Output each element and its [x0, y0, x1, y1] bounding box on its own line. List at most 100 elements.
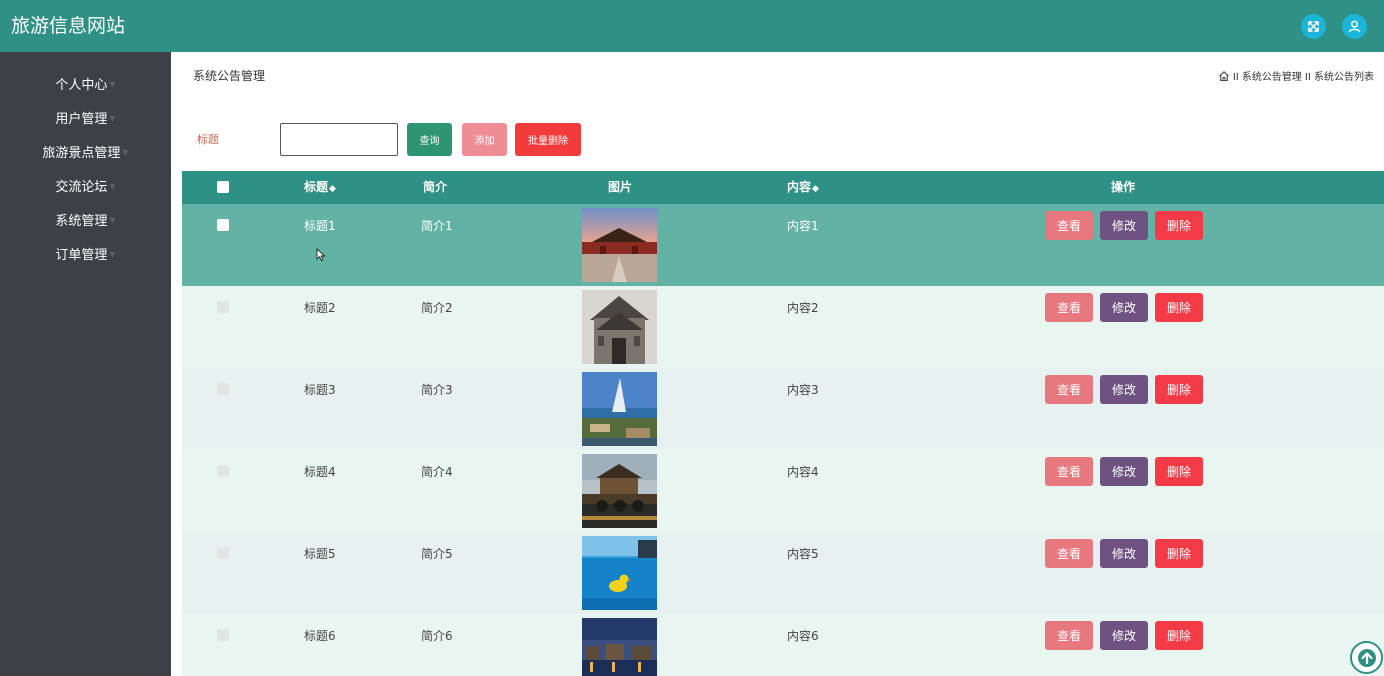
view-button[interactable]: 查看 [1045, 621, 1093, 650]
sidebar: 个人中心 ▼ 用户管理 ▼ 旅游景点管理 ▼ 交流论坛 ▼ 系统管理 ▼ 订单管理 ▼ [0, 52, 171, 676]
edit-button[interactable]: 修改 [1100, 457, 1148, 486]
delete-button[interactable]: 删除 [1155, 621, 1203, 650]
home-icon[interactable] [1218, 70, 1230, 82]
table-row[interactable]: 标题5 简介5 内容5 查看 修改 删除 [182, 532, 1384, 614]
delete-button[interactable]: 删除 [1155, 539, 1203, 568]
cell-image [582, 536, 657, 610]
notice-table: 标题◆ 简介 图片 内容◆ 操作 标题1 简介1 内容1 查看 修改 删除 标题… [182, 171, 1384, 676]
sort-icon: ◆ [812, 184, 819, 194]
cell-image [582, 454, 657, 528]
cell-intro: 简介2 [421, 301, 453, 315]
row-checkbox[interactable] [217, 383, 229, 395]
cell-image [582, 290, 657, 364]
sidebar-item-personal-center[interactable]: 个人中心 ▼ [0, 73, 171, 97]
sidebar-item-order-management[interactable]: 订单管理 ▼ [0, 243, 171, 267]
main-content: 系统公告管理 II 系统公告管理 II 系统公告列表 标题 查询 添加 批量删除… [171, 52, 1384, 676]
breadcrumb: II 系统公告管理 II 系统公告列表 [1218, 68, 1374, 83]
cell-content: 内容4 [787, 465, 819, 479]
row-checkbox[interactable] [217, 219, 229, 231]
cell-title: 标题3 [304, 383, 336, 397]
select-all-checkbox[interactable] [217, 181, 229, 193]
table-header: 标题◆ 简介 图片 内容◆ 操作 [182, 171, 1384, 204]
night-town-photo [582, 618, 657, 676]
delete-button[interactable]: 删除 [1155, 211, 1203, 240]
sidebar-item-forum[interactable]: 交流论坛 ▼ [0, 175, 171, 199]
search-title-input[interactable] [280, 123, 398, 156]
cell-content: 内容5 [787, 547, 819, 561]
cell-title: 标题4 [304, 465, 336, 479]
sidebar-item-label: 订单管理 [55, 248, 108, 263]
view-button[interactable]: 查看 [1045, 293, 1093, 322]
sidebar-item-label: 个人中心 [55, 78, 108, 93]
sort-icon: ◆ [329, 184, 336, 194]
view-button[interactable]: 查看 [1045, 457, 1093, 486]
user-icon[interactable] [1342, 14, 1367, 39]
cell-title: 标题2 [304, 301, 336, 315]
table-row[interactable]: 标题1 简介1 内容1 查看 修改 删除 [182, 204, 1384, 286]
sidebar-item-system-management[interactable]: 系统管理 ▼ [0, 209, 171, 233]
cell-image [582, 618, 657, 676]
query-button[interactable]: 查询 [407, 123, 452, 156]
column-header-actions: 操作 [1111, 180, 1136, 194]
batch-delete-button[interactable]: 批量删除 [515, 123, 581, 156]
pavilion-bridge-photo [582, 454, 657, 528]
caret-down-icon: ▼ [109, 216, 116, 225]
row-checkbox[interactable] [217, 629, 229, 641]
top-bar: 旅游信息网站 [0, 0, 1384, 52]
row-checkbox[interactable] [217, 547, 229, 559]
table-row[interactable]: 标题2 简介2 内容2 查看 修改 删除 [182, 286, 1384, 368]
cell-content: 内容3 [787, 383, 819, 397]
row-checkbox[interactable] [217, 301, 229, 313]
view-button[interactable]: 查看 [1045, 375, 1093, 404]
coastal-hotel-photo [582, 372, 657, 446]
pool-duck-photo [582, 536, 657, 610]
caret-down-icon: ▼ [109, 114, 116, 123]
back-to-top-button[interactable] [1350, 641, 1383, 674]
cell-title: 标题6 [304, 629, 336, 643]
breadcrumb-item: II 系统公告列表 [1304, 72, 1374, 83]
caret-down-icon: ▼ [109, 182, 116, 191]
site-title: 旅游信息网站 [11, 15, 126, 37]
column-header-content[interactable]: 内容◆ [787, 171, 819, 204]
view-button[interactable]: 查看 [1045, 539, 1093, 568]
cell-title: 标题1 [304, 219, 336, 233]
row-checkbox[interactable] [217, 465, 229, 477]
table-row[interactable]: 标题6 简介6 内容6 查看 修改 删除 [182, 614, 1384, 676]
edit-button[interactable]: 修改 [1100, 293, 1148, 322]
cell-intro: 简介3 [421, 383, 453, 397]
cell-content: 内容1 [787, 219, 819, 233]
view-button[interactable]: 查看 [1045, 211, 1093, 240]
page-title: 系统公告管理 [193, 69, 266, 83]
delete-button[interactable]: 删除 [1155, 293, 1203, 322]
edit-button[interactable]: 修改 [1100, 539, 1148, 568]
cell-intro: 简介1 [421, 219, 453, 233]
column-header-intro: 简介 [423, 180, 448, 194]
add-button[interactable]: 添加 [462, 123, 507, 156]
sidebar-item-scenic-management[interactable]: 旅游景点管理 ▼ [0, 141, 171, 165]
cell-image [582, 208, 657, 282]
table-row[interactable]: 标题3 简介3 内容3 查看 修改 删除 [182, 368, 1384, 450]
fullscreen-icon[interactable] [1301, 14, 1326, 39]
edit-button[interactable]: 修改 [1100, 621, 1148, 650]
delete-button[interactable]: 删除 [1155, 375, 1203, 404]
breadcrumb-item[interactable]: II 系统公告管理 [1233, 68, 1302, 83]
edit-button[interactable]: 修改 [1100, 211, 1148, 240]
arrow-up-icon [1357, 648, 1376, 667]
old-building-photo [582, 290, 657, 364]
edit-button[interactable]: 修改 [1100, 375, 1148, 404]
column-header-title[interactable]: 标题◆ [304, 171, 336, 204]
sidebar-item-label: 旅游景点管理 [42, 146, 121, 161]
caret-down-icon: ▼ [109, 250, 116, 259]
cell-content: 内容2 [787, 301, 819, 315]
palace-photo [582, 208, 657, 282]
column-header-image: 图片 [608, 180, 633, 194]
cell-intro: 简介4 [421, 465, 453, 479]
search-title-label: 标题 [197, 133, 219, 146]
sidebar-item-user-management[interactable]: 用户管理 ▼ [0, 107, 171, 131]
cell-intro: 简介5 [421, 547, 453, 561]
sidebar-item-label: 系统管理 [55, 214, 108, 229]
table-row[interactable]: 标题4 简介4 内容4 查看 修改 删除 [182, 450, 1384, 532]
delete-button[interactable]: 删除 [1155, 457, 1203, 486]
caret-down-icon: ▼ [122, 148, 129, 157]
sidebar-item-label: 交流论坛 [55, 180, 108, 195]
